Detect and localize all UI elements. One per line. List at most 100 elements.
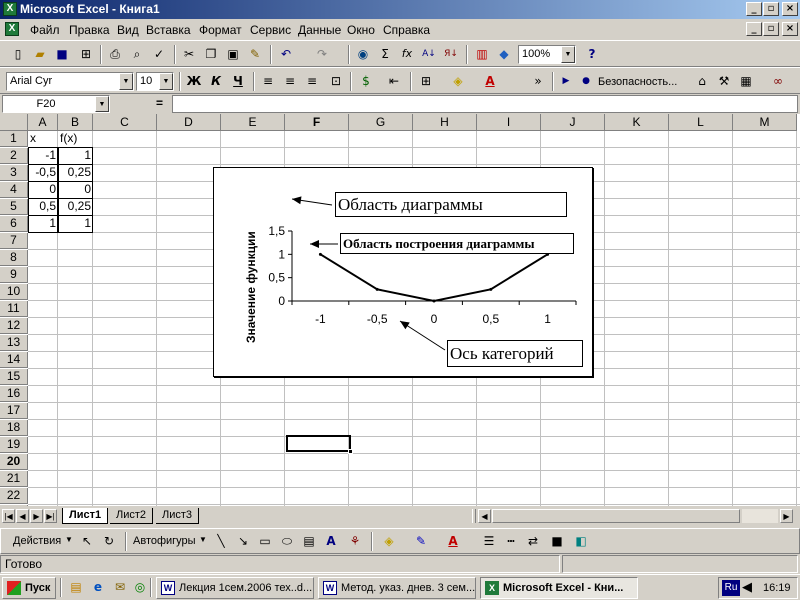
new-icon[interactable]: ▯ (8, 45, 28, 64)
decrease-indent-icon[interactable]: ⇤ (384, 72, 404, 91)
row-header-7[interactable]: 7 (0, 233, 28, 249)
align-right-icon[interactable]: ≡ (302, 72, 322, 91)
print-icon[interactable]: ⎙ (105, 45, 125, 64)
fill-handle[interactable] (348, 449, 353, 454)
autosum-icon[interactable]: Σ (375, 45, 395, 64)
menu-insert[interactable]: Вставка (146, 23, 191, 37)
volume-icon[interactable]: ◀ (742, 579, 752, 595)
menu-view[interactable]: Вид (117, 23, 139, 37)
column-header-G[interactable]: G (349, 114, 413, 131)
menu-window[interactable]: Окно (347, 23, 375, 37)
align-center-icon[interactable]: ≡ (280, 72, 300, 91)
chevron-down-icon[interactable]: ▼ (561, 46, 575, 63)
undo-icon[interactable]: ↶ (276, 45, 296, 64)
column-header-I[interactable]: I (477, 114, 541, 131)
scroll-right-icon[interactable]: ▶ (780, 509, 793, 523)
row-header-15[interactable]: 15 (0, 369, 28, 385)
currency-icon[interactable]: $ (356, 72, 376, 91)
arrow-icon[interactable]: ↘ (233, 532, 253, 551)
row-header-6[interactable]: 6 (0, 216, 28, 232)
task-excel[interactable]: X Microsoft Excel - Кни... (480, 577, 638, 599)
cell-B6[interactable]: 1 (58, 216, 93, 232)
cell-B4[interactable]: 0 (58, 182, 93, 198)
sort-descending-icon[interactable]: Я↓ (441, 45, 461, 64)
font-size-combo[interactable]: 10 ▼ (136, 72, 174, 91)
horizontal-scrollbar-track[interactable] (492, 509, 742, 523)
tab-sheet3[interactable]: Лист3 (156, 508, 200, 524)
print-preview-icon[interactable]: ⌕ (127, 45, 147, 64)
paste-icon[interactable]: ▣ (223, 45, 243, 64)
visual-basic-icon[interactable]: ▦ (736, 72, 756, 91)
borders-icon[interactable]: ⊞ (416, 72, 436, 91)
prev-sheet-icon[interactable]: ◀ (16, 509, 29, 523)
bold-button[interactable]: Ж (184, 72, 204, 91)
italic-button[interactable]: К (206, 72, 226, 91)
line-style-icon[interactable]: ☰ (479, 532, 499, 551)
drawing-icon[interactable]: ◆ (494, 45, 514, 64)
cell-A5[interactable]: 0,5 (28, 199, 58, 215)
autoshapes-menu[interactable]: Автофигуры (133, 535, 196, 547)
row-header-22[interactable]: 22 (0, 488, 28, 504)
maximize-button[interactable]: ▫ (763, 2, 779, 16)
select-objects-icon[interactable]: ↖ (77, 532, 97, 551)
hyperlink-icon[interactable]: ◉ (353, 45, 373, 64)
cell-A1[interactable]: x (28, 131, 58, 147)
menu-format[interactable]: Формат (199, 23, 242, 37)
tools-icon[interactable]: ⚒ (714, 72, 734, 91)
menu-edit[interactable]: Правка (69, 23, 110, 37)
row-header-2[interactable]: 2 (0, 148, 28, 164)
redo-icon[interactable]: ↷ (312, 45, 332, 64)
shadow-icon[interactable]: ■ (547, 532, 567, 551)
cell-B1[interactable]: f(x) (58, 131, 93, 147)
cell-B3[interactable]: 0,25 (58, 165, 93, 181)
task-word-method[interactable]: W Метод. указ. днев. 3 сем... (318, 577, 476, 599)
cell-B2[interactable]: 1 (58, 148, 93, 164)
column-header-B[interactable]: B (58, 114, 93, 131)
quick-launch-icon[interactable]: ◎ (130, 578, 150, 597)
sort-ascending-icon[interactable]: A↓ (419, 45, 439, 64)
open-icon[interactable]: ▰ (30, 45, 50, 64)
row-header-13[interactable]: 13 (0, 335, 28, 351)
cut-icon[interactable]: ✂ (179, 45, 199, 64)
clipart-icon[interactable]: ⚘ (345, 532, 365, 551)
fill-color-icon[interactable]: ◈ (448, 72, 468, 91)
toolbar-options-icon[interactable]: » (528, 72, 548, 91)
cell-A2[interactable]: -1 (28, 148, 58, 164)
zoom-combo[interactable]: 100% ▼ (518, 45, 576, 64)
help-icon[interactable]: ? (582, 45, 602, 64)
dash-style-icon[interactable]: ┅ (501, 532, 521, 551)
minimize-button[interactable]: _ (746, 2, 762, 16)
cell-A6[interactable]: 1 (28, 216, 58, 232)
run-macro-icon[interactable]: ▶ (556, 72, 576, 91)
spelling-icon[interactable]: ✓ (149, 45, 169, 64)
fill-color-icon[interactable]: ◈ (379, 532, 399, 551)
cell-A4[interactable]: 0 (28, 182, 58, 198)
row-header-8[interactable]: 8 (0, 250, 28, 266)
control-toolbox-icon[interactable]: ⌂ (692, 72, 712, 91)
web-icon[interactable]: ∞ (768, 72, 788, 91)
row-header-21[interactable]: 21 (0, 471, 28, 487)
last-sheet-icon[interactable]: ▶| (44, 509, 57, 523)
horizontal-scrollbar-thumb[interactable] (492, 509, 740, 523)
column-header-A[interactable]: A (28, 114, 58, 131)
menu-data[interactable]: Данные (298, 23, 341, 37)
column-header-M[interactable]: M (733, 114, 797, 131)
row-header-20[interactable]: 20 (0, 454, 28, 470)
row-header-10[interactable]: 10 (0, 284, 28, 300)
doc-restore-button[interactable]: ▫ (763, 22, 779, 36)
line-color-icon[interactable]: ✎ (411, 532, 431, 551)
copy-icon[interactable]: ❐ (201, 45, 221, 64)
menu-file[interactable]: Файл (30, 23, 60, 37)
chart-area[interactable]: 0 0,5 1 1,5 -1 -0,5 0 0,5 1 Значение функции Обл… (213, 167, 593, 377)
security-button[interactable]: Безопасность... (598, 76, 677, 88)
doc-close-button[interactable]: × (782, 22, 798, 36)
save-icon[interactable]: ■ (52, 45, 72, 64)
line-icon[interactable]: ╲ (211, 532, 231, 551)
chevron-down-icon[interactable]: ▼ (159, 73, 173, 90)
format-painter-icon[interactable]: ✎ (245, 45, 265, 64)
row-header-4[interactable]: 4 (0, 182, 28, 198)
function-icon[interactable]: fx (397, 45, 417, 64)
y-axis-label[interactable]: Значение функции (244, 231, 258, 343)
underline-button[interactable]: Ч (228, 72, 248, 91)
chevron-down-icon[interactable]: ▼ (119, 73, 133, 90)
